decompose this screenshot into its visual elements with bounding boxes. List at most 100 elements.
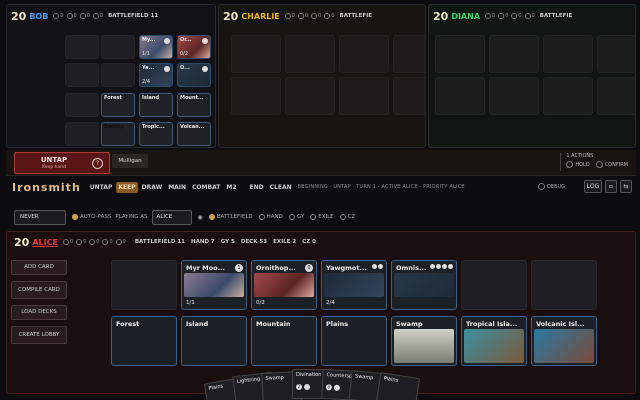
counter-icon: 0 [524,13,535,19]
radio-icon [72,214,78,220]
empty-slot [461,260,527,310]
empty-slot [339,35,389,73]
land-card[interactable]: Mountain [251,316,317,366]
card-creature[interactable]: Ornithop... 0 0/2 [251,260,317,310]
land-card[interactable]: Volcan... [177,122,211,146]
player-select[interactable]: ALICE [151,209,192,225]
card-artifact[interactable]: Omnis... [391,260,457,310]
land-card[interactable]: Swamp [101,122,135,146]
auto-pass-toggle[interactable]: AUTO-PASS [72,214,111,220]
phase-combat[interactable]: COMBAT [190,182,222,193]
zone-hand[interactable]: HAND [258,214,283,220]
empty-slot [543,77,593,115]
card-title: Island [186,320,209,328]
counter-icon: 0 [511,13,522,19]
phase-end[interactable]: END [248,182,266,193]
phase-untap[interactable]: UNTAP [88,182,115,193]
compile-card-button[interactable]: COMPILE CARD [11,281,67,299]
card-art [184,273,244,297]
deck-count: DECK 53 [240,239,268,245]
land-card[interactable]: Forest [111,316,177,366]
cz-count: CZ 0 [302,239,316,245]
zone-battlefield[interactable]: BATTLEFIELD [208,214,253,220]
player-name[interactable]: ALICE [32,238,58,247]
card-creature[interactable]: Or... 0/2 [177,35,211,59]
empty-slot [489,35,539,73]
untap-button[interactable]: UNTAP Keep hand ? [14,152,110,174]
land-card[interactable]: Tropic... [139,122,173,146]
radio-icon [310,214,317,220]
actions-count: 1 ACTIONS [566,153,594,159]
auto-pass-select[interactable]: NEVER [14,209,66,225]
phase-m2[interactable]: M2 [224,182,238,193]
life-total: 20 [223,9,239,23]
zone-gy[interactable]: GY [288,214,304,220]
mana-icon: 0 [305,264,313,272]
land-card[interactable]: Tropical Isla... [461,316,527,366]
actions-panel: 1 ACTIONS HOLD CONFIRM [560,153,628,171]
help-icon[interactable]: ? [92,158,103,169]
land-card[interactable]: Plains [321,316,387,366]
untap-sublabel: Keep hand [42,165,66,170]
player-name[interactable]: BOB [29,12,48,21]
card-title: Volcan... [180,124,205,130]
battlefield-count: BATTLEFIELD 11 [108,13,159,19]
debug-toggle[interactable]: DEBUG [538,183,565,190]
card-creature[interactable]: Myr Moo... 1 1/1 [181,260,247,310]
card-art [394,273,454,297]
copy-icon[interactable]: ▫ [605,180,617,193]
turn-info: BEGINNING · UNTAP · TURN 1 · ACTIVE ALIC… [297,184,465,190]
phase-keep[interactable]: KEEP [116,181,138,193]
life-total: 20 [433,9,449,23]
opponent-panel-charlie[interactable]: 20 CHARLIE 0 0 0 0 BATTLEFIE [218,4,426,148]
player-name[interactable]: DIANA [451,12,480,21]
land-card[interactable]: Volcanic Isl... [531,316,597,366]
card-creature[interactable]: Ya... 2/4 [139,63,173,87]
land-card[interactable]: Island [181,316,247,366]
mana-icon [202,66,208,72]
opponent-header: 20 BOB 0 0 0 0 BATTLEFIELD 11 [7,5,215,27]
card-title: Swamp [104,124,125,130]
player-name[interactable]: CHARLIE [241,12,279,21]
mana-icon: 2 [296,384,302,390]
card-title: Tropical Isla... [466,320,518,328]
land-card[interactable]: Mount... [177,93,211,117]
counter-icon: 0 [62,239,73,245]
load-decks-button[interactable]: LOAD DECKS [11,305,67,320]
card-creature[interactable]: My... 1/1 [139,35,173,59]
phase-clean[interactable]: CLEAN [268,182,294,193]
land-card[interactable]: Swamp [391,316,457,366]
confirm-toggle[interactable]: CONFIRM [596,161,628,168]
opponent-panel-bob[interactable]: 20 BOB 0 0 0 0 BATTLEFIELD 11 My... 1/1 … [6,4,216,148]
priority-bar: UNTAP Keep hand ? Mulligan 1 ACTIONS HOL… [6,150,636,176]
opponent-header: 20 DIANA 0 0 0 0 BATTLEFIE [429,5,635,27]
mulligan-button[interactable]: Mulligan [112,154,148,168]
radio-icon [339,214,346,220]
empty-slot [231,77,281,115]
empty-slot [339,77,389,115]
swap-icon[interactable]: ⇆ [620,180,632,193]
log-button[interactable]: LOG [584,180,602,193]
card-title: Volcanic Isl... [536,320,585,328]
add-card-button[interactable]: ADD CARD [11,260,67,275]
card-title: Divination [296,372,322,378]
create-lobby-button[interactable]: CREATE LOBBY [11,326,67,344]
card-creature[interactable]: Yawgmot... 2/4 [321,260,387,310]
card-art [254,273,314,297]
land-card[interactable]: Forest [101,93,135,117]
card-title: Island [142,95,160,101]
card-title: Mountain [256,320,291,328]
zone-cz[interactable]: CZ [339,214,355,220]
empty-slot [231,35,281,73]
land-card[interactable]: Island [139,93,173,117]
eye-icon: ◉ [197,213,203,221]
card-art [534,329,594,363]
phase-main[interactable]: MAIN [166,182,188,193]
empty-slot [597,35,635,73]
card-artifact[interactable]: O... [177,63,211,87]
opponent-panel-diana[interactable]: 20 DIANA 0 0 0 0 BATTLEFIE [428,4,636,148]
zone-exile[interactable]: EXILE [310,214,334,220]
card-title: Tropic... [142,124,165,130]
hold-toggle[interactable]: HOLD [566,161,589,168]
phase-draw[interactable]: DRAW [140,182,165,193]
